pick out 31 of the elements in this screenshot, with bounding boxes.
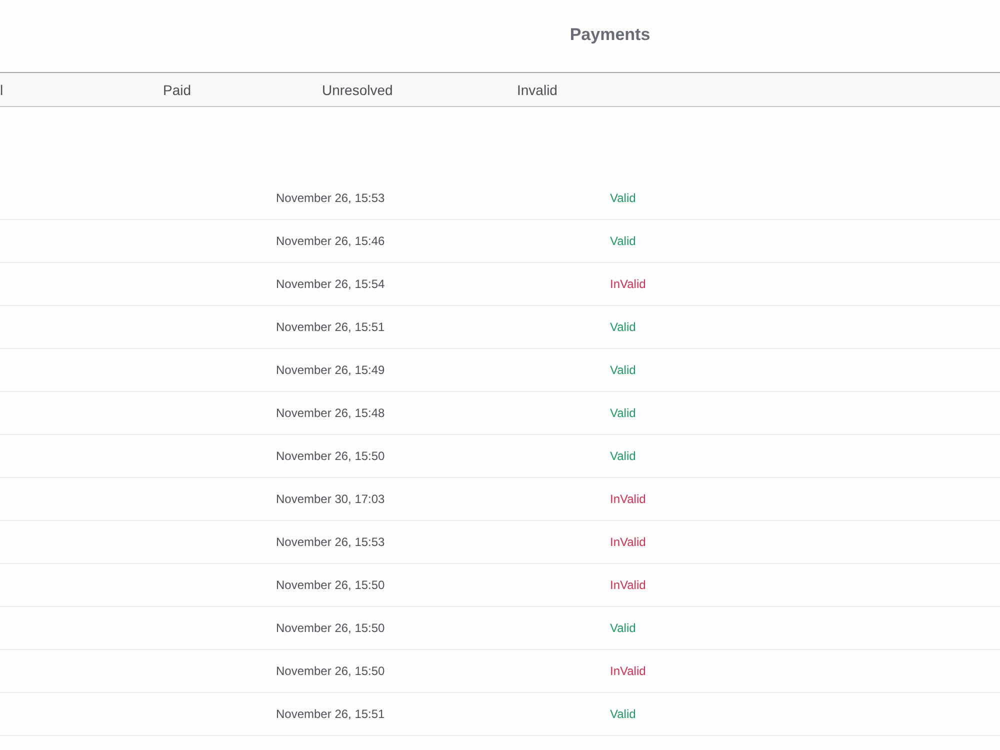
status-label: Valid	[610, 191, 636, 205]
date-cell: November 26, 15:54	[276, 277, 385, 291]
date-cell: November 26, 15:51	[276, 707, 385, 721]
filter-tab[interactable]: Invalid	[517, 82, 558, 98]
status-label: Valid	[610, 707, 636, 721]
page-title: Payments	[570, 25, 650, 46]
status-label: InValid	[610, 664, 646, 678]
filter-tab[interactable]: l	[0, 82, 4, 98]
status-label: Valid	[610, 449, 636, 463]
status-label: Valid	[610, 320, 636, 334]
date-cell: November 26, 15:51	[276, 320, 385, 334]
date-cell: November 26, 15:50	[276, 449, 385, 463]
date-cell: November 26, 15:50	[276, 578, 385, 592]
status-label: InValid	[610, 578, 646, 592]
filter-tab[interactable]: Paid	[163, 82, 192, 98]
status-label: InValid	[610, 492, 646, 506]
date-cell: November 26, 15:50	[276, 664, 385, 678]
date-cell: November 26, 15:48	[276, 406, 385, 420]
status-label: InValid	[610, 277, 646, 291]
date-cell: November 30, 17:03	[276, 492, 385, 506]
date-cell: November 26, 15:53	[276, 191, 385, 205]
status-label: Valid	[610, 234, 636, 248]
status-label: Valid	[610, 621, 636, 635]
status-label: InValid	[610, 535, 646, 549]
date-cell: November 26, 15:49	[276, 363, 385, 377]
date-cell: November 26, 15:46	[276, 234, 385, 248]
date-cell: November 26, 15:50	[276, 621, 385, 635]
status-label: Valid	[610, 363, 636, 377]
date-cell: November 26, 15:53	[276, 535, 385, 549]
filter-tab[interactable]: Unresolved	[322, 82, 393, 98]
status-label: Valid	[610, 406, 636, 420]
